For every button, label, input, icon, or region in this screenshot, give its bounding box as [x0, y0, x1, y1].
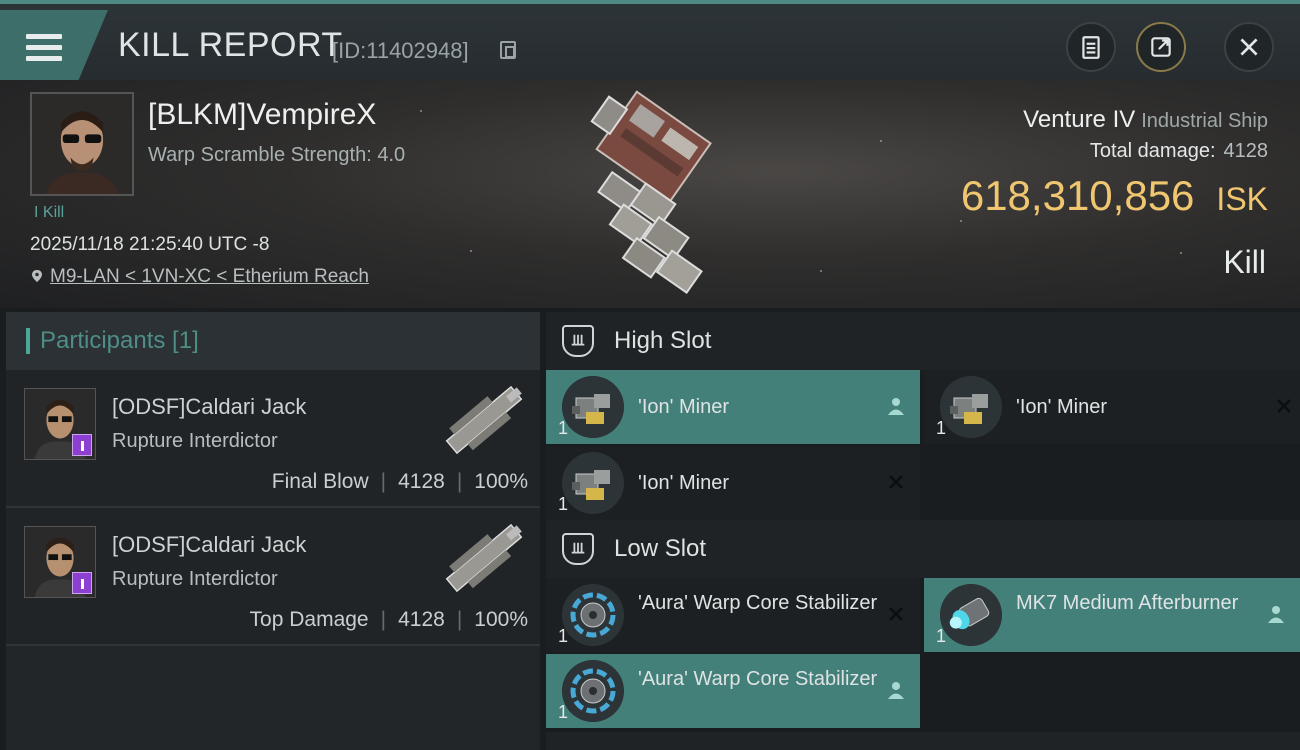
module-quantity: 1 [558, 626, 569, 646]
module-name: MK7 Medium Afterburner [1016, 592, 1239, 614]
victim-ship-class: Industrial Ship [1141, 110, 1268, 132]
mining-laser-icon [562, 376, 624, 438]
module-item[interactable]: 1 'Aura' Warp Core Stabilizer [546, 578, 920, 652]
mining-laser-icon [940, 376, 1002, 438]
module-name: 'Ion' Miner [638, 396, 730, 418]
module-quantity: 1 [558, 702, 569, 722]
participant-name[interactable]: [ODSF]Caldari Jack [112, 532, 306, 558]
share-button[interactable] [1136, 22, 1186, 72]
kill-count-tag: I Kill [34, 204, 65, 221]
kill-location[interactable]: M9-LAN < 1VN-XC < Etherium Reach [30, 266, 369, 288]
participant-stats: Top Damage | 4128 | 100% [249, 608, 528, 631]
person-icon [888, 682, 904, 699]
low-slot-label: Low Slot [614, 535, 707, 562]
participants-label: Participants [1] [40, 327, 199, 354]
module-item[interactable]: 1 'Aura' Warp Core Stabilizer [546, 654, 920, 728]
module-item[interactable]: 1 MK7 Medium Afterburner [924, 578, 1300, 652]
victim-name[interactable]: [BLKM]VempireX [148, 98, 376, 132]
participant-name[interactable]: [ODSF]Caldari Jack [112, 394, 306, 420]
participant-damage: 4128 [398, 470, 445, 493]
participants-header: Participants [1] [6, 312, 540, 370]
high-slot-icon [562, 325, 594, 357]
kill-result-label: Kill [1223, 244, 1266, 280]
module-quantity: 1 [936, 626, 947, 646]
next-slot-header [546, 732, 1300, 750]
person-icon [1268, 606, 1284, 623]
person-icon [888, 398, 904, 415]
victim-ship: Venture IV Industrial Ship [1023, 106, 1268, 134]
module-item[interactable]: 1 'Ion' Miner [546, 446, 920, 520]
warp-scramble-strength: Warp Scramble Strength: 4.0 [148, 144, 406, 166]
victim-banner: [BLKM]VempireX Warp Scramble Strength: 4… [0, 80, 1300, 308]
mining-laser-icon [562, 452, 624, 514]
module-quantity: 1 [558, 418, 569, 438]
participant-ship: Rupture Interdictor [112, 430, 278, 452]
menu-icon [26, 34, 62, 62]
high-slot-label: High Slot [614, 327, 712, 354]
menu-button[interactable] [0, 10, 108, 82]
clipboard-button[interactable] [1066, 22, 1116, 72]
participant-row[interactable]: [ODSF]Caldari Jack Rupture Interdictor F… [6, 370, 540, 508]
kill-timestamp: 2025/11/18 21:25:40 UTC -8 [30, 234, 270, 255]
warp-core-stabilizer-icon [562, 660, 624, 722]
isk-unit: ISK [1216, 181, 1268, 217]
participant-corp-badge [72, 434, 92, 456]
total-damage: Total damage: 4128 [1090, 140, 1268, 163]
total-damage-value: 4128 [1223, 140, 1269, 162]
module-name: 'Aura' Warp Core Stabilizer [638, 668, 878, 690]
victim-ship-image [590, 90, 712, 295]
victim-avatar[interactable] [30, 92, 134, 196]
module-item[interactable]: 1 'Ion' Miner [546, 370, 920, 444]
module-item[interactable]: 1 'Ion' Miner [924, 370, 1300, 444]
clipboard-icon [1082, 36, 1100, 59]
participants-panel: Participants [1] [ODSF]Caldari Jack Rupt… [6, 312, 540, 750]
top-bar: KILL REPORT [ID:11402948] [0, 0, 1300, 82]
location-link[interactable]: M9-LAN < 1VN-XC < Etherium Reach [50, 266, 369, 287]
isk-amount: 618,310,856 [960, 172, 1195, 219]
low-slot-icon [562, 533, 594, 565]
participant-corp-badge [72, 572, 92, 594]
close-icon [1240, 38, 1258, 56]
participant-stats: Final Blow | 4128 | 100% [271, 470, 528, 493]
share-icon [1151, 37, 1171, 57]
module-name: 'Ion' Miner [638, 472, 730, 494]
module-quantity: 1 [558, 494, 569, 514]
x-icon [889, 475, 903, 489]
participant-ship: Rupture Interdictor [112, 568, 278, 590]
location-pin-icon [32, 270, 42, 282]
total-damage-label: Total damage: [1089, 140, 1216, 162]
report-id: [ID:11402948] [332, 38, 469, 63]
high-slot-header: High Slot [546, 312, 1300, 370]
participant-role: Top Damage [249, 608, 369, 631]
warp-core-stabilizer-icon [562, 584, 624, 646]
participant-role: Final Blow [271, 470, 369, 493]
page-title: KILL REPORT [118, 26, 343, 64]
module-name: 'Ion' Miner [1016, 396, 1108, 418]
afterburner-icon [940, 584, 1002, 646]
copy-icon[interactable] [500, 41, 516, 59]
victim-ship-name: Venture IV [1023, 106, 1136, 133]
low-slot-header: Low Slot [546, 520, 1300, 578]
module-quantity: 1 [936, 418, 947, 438]
participant-ship-image [445, 523, 523, 593]
isk-value: 618,310,856 ISK [961, 172, 1268, 220]
participant-percent: 100% [474, 470, 528, 493]
participant-ship-image [445, 385, 523, 455]
x-icon [1277, 399, 1291, 413]
x-icon [889, 607, 903, 621]
module-name: 'Aura' Warp Core Stabilizer [638, 592, 878, 614]
close-button[interactable] [1224, 22, 1274, 72]
participant-damage: 4128 [398, 608, 445, 631]
participant-row[interactable]: [ODSF]Caldari Jack Rupture Interdictor T… [6, 508, 540, 646]
participant-percent: 100% [474, 608, 528, 631]
